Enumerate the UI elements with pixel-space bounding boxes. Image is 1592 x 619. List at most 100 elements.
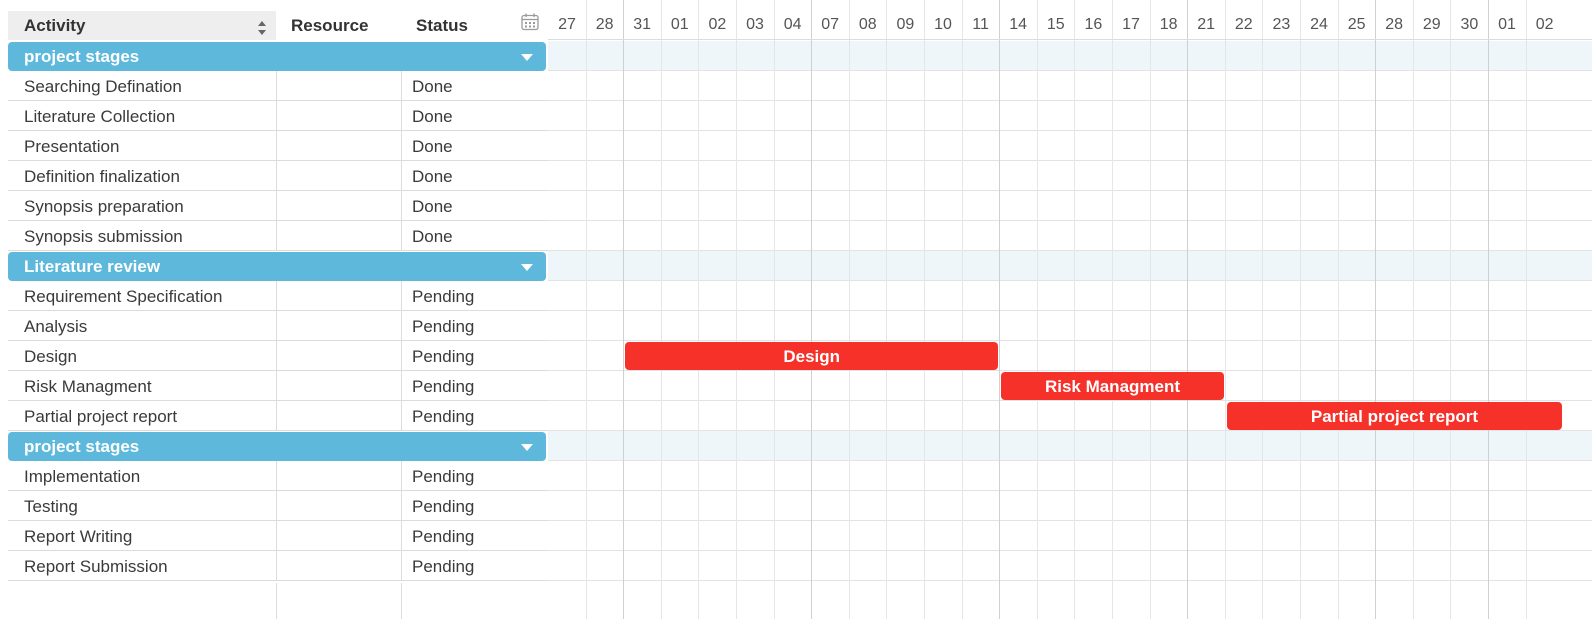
timeline-day: 11 xyxy=(972,16,989,33)
sort-arrows-icon[interactable] xyxy=(256,20,268,36)
timeline-day-line xyxy=(924,0,925,619)
task-row[interactable]: Synopsis preparation Done xyxy=(8,191,548,221)
column-divider xyxy=(276,491,277,521)
activity-cell: Analysis xyxy=(24,317,88,336)
timeline-row-line xyxy=(548,580,1592,581)
activity-cell: Partial project report xyxy=(24,407,178,426)
column-divider xyxy=(401,551,402,581)
timeline-day: 28 xyxy=(595,16,614,33)
activity-cell: Synopsis preparation xyxy=(24,197,184,216)
timeline-row-line xyxy=(548,520,1592,521)
status-cell: Pending xyxy=(412,557,475,576)
group-header-row[interactable]: project stages xyxy=(8,42,546,71)
activity-cell: Literature Collection xyxy=(24,107,176,126)
timeline-row-line xyxy=(548,70,1592,71)
timeline-day-line xyxy=(1450,0,1451,619)
column-divider xyxy=(401,281,402,311)
status-cell: Pending xyxy=(412,287,475,306)
task-bar[interactable]: Risk Managment xyxy=(1001,372,1224,400)
column-divider xyxy=(401,341,402,371)
column-divider xyxy=(401,583,402,619)
column-divider xyxy=(276,281,277,311)
timeline-day-line xyxy=(774,0,775,619)
status-cell: Done xyxy=(412,227,453,246)
status-cell: Done xyxy=(412,167,453,186)
task-row[interactable]: Presentation Done xyxy=(8,131,548,161)
timeline-day: 02 xyxy=(1535,16,1554,33)
status-cell: Pending xyxy=(412,467,475,486)
column-divider xyxy=(276,71,277,101)
timeline-row-line xyxy=(548,160,1592,161)
caret-down-icon[interactable] xyxy=(521,444,533,451)
column-divider xyxy=(401,371,402,401)
activity-cell: Risk Managment xyxy=(24,377,152,396)
timeline-day-line xyxy=(811,0,812,619)
status-cell: Done xyxy=(412,107,453,126)
timeline-row-line xyxy=(548,280,1592,281)
group-header-row[interactable]: Literature review xyxy=(8,252,546,281)
timeline-day: 23 xyxy=(1272,16,1291,33)
timeline-day-line xyxy=(1300,0,1301,619)
column-divider xyxy=(401,311,402,341)
column-divider xyxy=(276,101,277,131)
task-row[interactable]: Design Pending xyxy=(8,341,548,371)
timeline-header: 27 28 31 01 02 03 04 07 08 09 10 11 14 15 16 17 18 21 22 23… xyxy=(548,0,1592,40)
column-divider xyxy=(276,341,277,371)
timeline-row-line xyxy=(548,190,1592,191)
timeline-day: 28 xyxy=(1385,16,1404,33)
activity-cell: Report Writing xyxy=(24,527,133,546)
task-bar[interactable]: Partial project report xyxy=(1226,402,1563,430)
task-row[interactable]: Implementation Pending xyxy=(8,461,548,491)
task-row[interactable]: Risk Managment Pending xyxy=(8,371,548,401)
status-cell: Pending xyxy=(412,527,475,546)
timeline-day: 31 xyxy=(633,16,652,33)
task-row[interactable]: Literature Collection Done xyxy=(8,101,548,131)
column-divider xyxy=(276,521,277,551)
group-label: project stages xyxy=(24,47,140,66)
task-row[interactable]: Analysis Pending xyxy=(8,311,548,341)
column-divider xyxy=(401,161,402,191)
timeline-day-line xyxy=(661,0,662,619)
timeline-day-line xyxy=(623,0,624,619)
task-row[interactable]: Testing Pending xyxy=(8,491,548,521)
activity-cell: Definition finalization xyxy=(24,167,180,186)
status-cell: Done xyxy=(412,137,453,156)
column-divider xyxy=(276,583,277,619)
task-row[interactable]: Requirement Specification Pending xyxy=(8,281,548,311)
task-row[interactable]: Partial project report Pending xyxy=(8,401,548,431)
task-row[interactable]: Synopsis submission Done xyxy=(8,221,548,251)
timeline-day-line xyxy=(1375,0,1376,619)
resource-header-label[interactable]: Resource xyxy=(291,0,368,40)
timeline-day: 07 xyxy=(821,16,840,33)
caret-down-icon[interactable] xyxy=(521,54,533,61)
timeline-day-line xyxy=(1225,0,1226,619)
activity-cell: Presentation xyxy=(24,137,120,156)
status-cell: Pending xyxy=(412,317,475,336)
task-row[interactable]: Searching Defination Done xyxy=(8,71,548,101)
timeline-day: 02 xyxy=(708,16,727,33)
status-header-label[interactable]: Status xyxy=(416,0,468,40)
status-cell: Done xyxy=(412,197,453,216)
task-row[interactable]: Report Submission Pending xyxy=(8,551,548,581)
timeline-day: 01 xyxy=(670,16,689,33)
group-header-row[interactable]: project stages xyxy=(8,432,546,461)
task-row[interactable]: Report Writing Pending xyxy=(8,521,548,551)
task-bar[interactable]: Design xyxy=(625,342,999,370)
timeline-day-line xyxy=(1526,0,1527,619)
task-row[interactable]: Definition finalization Done xyxy=(8,161,548,191)
timeline-day: 17 xyxy=(1122,16,1140,33)
timeline-row-line xyxy=(548,100,1592,101)
column-divider xyxy=(401,521,402,551)
timeline-day: 29 xyxy=(1422,16,1441,33)
activity-cell: Synopsis submission xyxy=(24,227,183,246)
status-cell: Pending xyxy=(412,377,475,396)
timeline-day-line xyxy=(586,0,587,619)
activity-cell: Design xyxy=(24,347,77,366)
timeline-day: 08 xyxy=(858,16,877,33)
timeline-day-line xyxy=(849,0,850,619)
timeline-day-line xyxy=(1488,0,1489,619)
timeline-row-line xyxy=(548,130,1592,131)
calendar-icon[interactable] xyxy=(520,12,540,32)
caret-down-icon[interactable] xyxy=(521,264,533,271)
timeline-row-line xyxy=(548,370,1592,371)
